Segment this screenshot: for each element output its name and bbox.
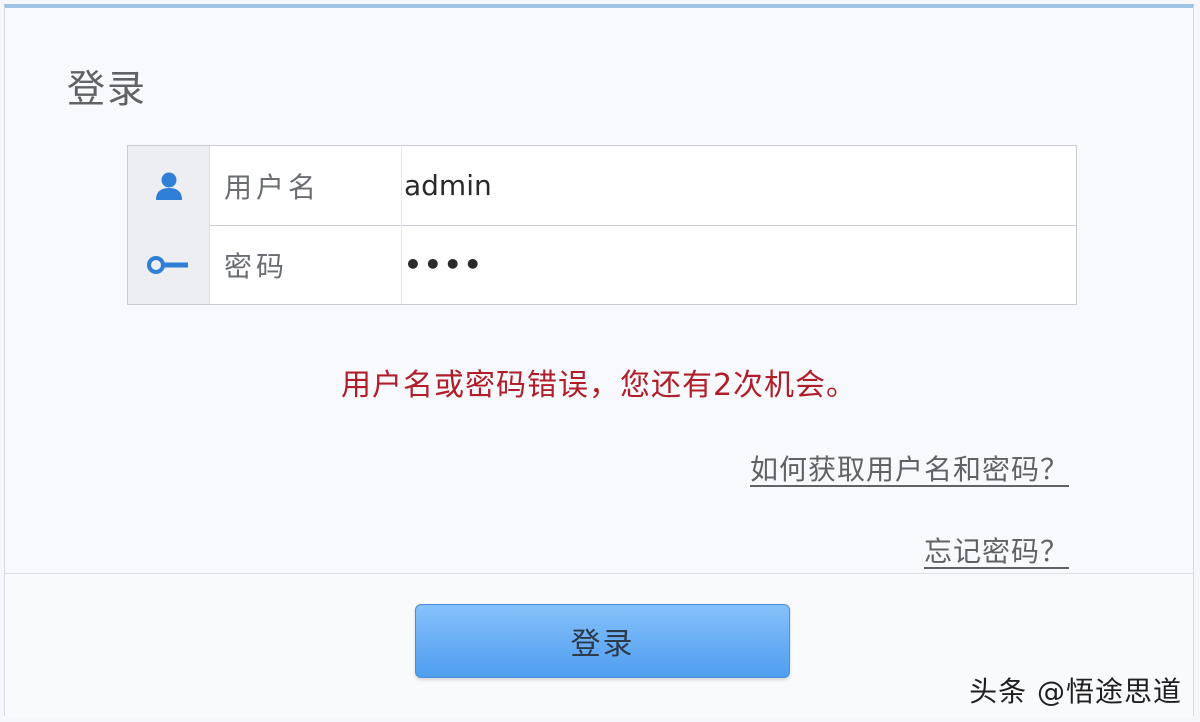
get-credentials-link[interactable]: 如何获取用户名和密码？ xyxy=(750,448,1069,488)
login-dialog: 登录 用户名 密码 •••• xyxy=(4,4,1194,717)
password-input[interactable]: •••• xyxy=(404,248,484,281)
error-message: 用户名或密码错误，您还有2次机会。 xyxy=(340,368,858,403)
login-button[interactable]: 登录 xyxy=(415,604,790,678)
username-field-wrap xyxy=(402,146,1076,225)
username-label: 用户名 xyxy=(210,146,402,225)
user-icon xyxy=(128,146,210,225)
dialog-title: 登录 xyxy=(67,67,148,111)
key-icon xyxy=(128,225,210,304)
watermark: 头条 @悟途思道 xyxy=(969,675,1182,708)
login-form: 用户名 密码 •••• xyxy=(127,145,1077,305)
password-row: 密码 •••• xyxy=(128,225,1076,304)
username-row: 用户名 xyxy=(128,146,1076,226)
username-input[interactable] xyxy=(404,146,1076,225)
password-field[interactable]: •••• xyxy=(402,225,1076,304)
forgot-password-link[interactable]: 忘记密码？ xyxy=(924,530,1069,570)
password-label: 密码 xyxy=(210,225,402,304)
